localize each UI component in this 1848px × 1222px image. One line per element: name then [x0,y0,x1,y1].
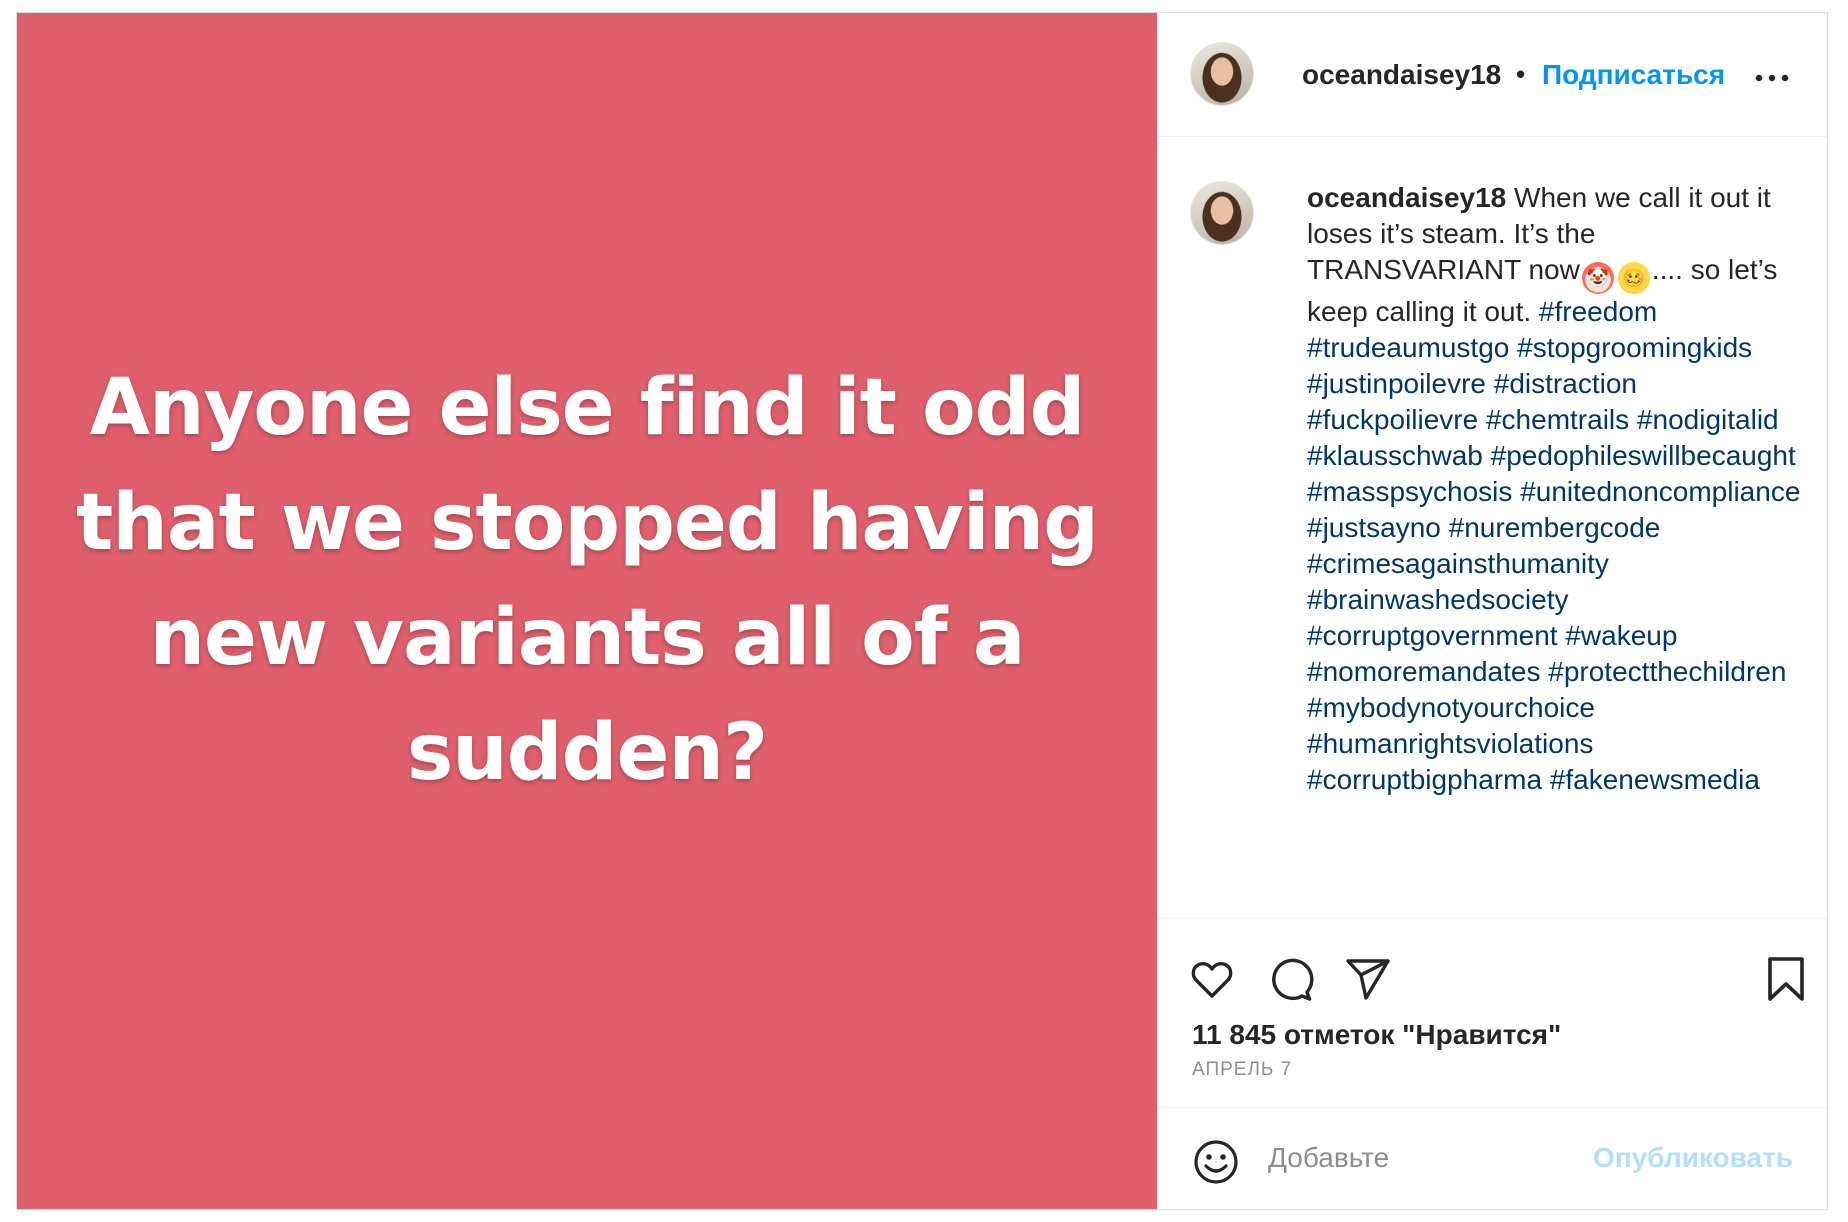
post-dialog: Anyone else find it odd that we stopped … [16,12,1828,1210]
comment-icon[interactable] [1266,955,1314,1003]
hashtag-link[interactable]: #wakeup [1565,620,1677,651]
comment-bar: Опубликовать [1158,1107,1827,1209]
hashtag-link[interactable]: #protectthechildren [1548,656,1786,687]
share-icon[interactable] [1344,955,1392,1003]
post-header: oceandaisey18 • Подписаться [1158,13,1827,137]
hashtag-link[interactable]: #chemtrails [1486,404,1629,435]
hashtag-link[interactable]: #corruptbigpharma [1307,764,1542,795]
action-bar [1158,937,1827,1017]
hashtag-link[interactable]: #stopgroomingkids [1517,332,1752,363]
follow-button[interactable]: Подписаться [1542,59,1725,91]
hashtag-link[interactable]: #nodigitalid [1637,404,1779,435]
post-sidebar: oceandaisey18 • Подписаться oceandaisey1… [1157,13,1827,1209]
hashtag-link[interactable]: #fakenewsmedia [1550,764,1760,795]
hashtag-list: #freedom #trudeaumustgo #stopgroomingkid… [1307,296,1800,795]
hashtag-link[interactable]: #justinpoilevre [1307,368,1486,399]
clown-face-icon: 🤡 [1581,262,1614,294]
hashtag-link[interactable]: #distraction [1494,368,1637,399]
hashtag-link[interactable]: #freedom [1539,296,1657,327]
publish-button[interactable]: Опубликовать [1593,1142,1793,1174]
username-link[interactable]: oceandaisey18 [1302,59,1501,91]
caption: oceandaisey18 When we call it out it los… [1307,180,1807,798]
hashtag-link[interactable]: #brainwashedsociety [1307,584,1569,615]
more-horizontal-icon[interactable] [1754,73,1790,83]
post-date[interactable]: АПРЕЛЬ 7 [1192,1059,1292,1081]
caption-scroll-area[interactable]: oceandaisey18 When we call it out it los… [1158,137,1827,919]
post-image[interactable]: Anyone else find it odd that we stopped … [17,13,1157,1209]
heart-icon[interactable] [1188,955,1236,1003]
caption-username[interactable]: oceandaisey18 [1307,182,1506,213]
hashtag-link[interactable]: #trudeaumustgo [1307,332,1509,363]
separator-dot: • [1516,59,1526,89]
hashtag-link[interactable]: #pedophileswillbecaught [1491,440,1796,471]
like-count[interactable]: 11 845 отметок "Нравится" [1192,1019,1561,1051]
hashtag-link[interactable]: #humanrightsviolations [1307,728,1593,759]
post-image-text: Anyone else find it odd that we stopped … [76,363,1099,798]
hashtag-link[interactable]: #masspsychosis [1307,476,1512,507]
hashtag-link[interactable]: #crimesagainsthumanity [1307,548,1609,579]
smile-icon[interactable] [1192,1138,1240,1186]
hashtag-link[interactable]: #fuckpoilievre [1307,404,1478,435]
bookmark-icon[interactable] [1764,955,1808,1003]
avatar[interactable] [1190,42,1254,106]
hashtag-link[interactable]: #corruptgovernment [1307,620,1558,651]
hashtag-link[interactable]: #nomoremandates [1307,656,1540,687]
hashtag-link[interactable]: #mybodynotyourchoice [1307,692,1595,723]
hashtag-link[interactable]: #justsayno [1307,512,1441,543]
hashtag-link[interactable]: #unitednoncompliance [1520,476,1800,507]
hashtag-link[interactable]: #nurembergcode [1449,512,1661,543]
woozy-face-icon: 🥴 [1617,262,1650,294]
caption-avatar[interactable] [1190,181,1254,245]
hashtag-link[interactable]: #klausschwab [1307,440,1483,471]
